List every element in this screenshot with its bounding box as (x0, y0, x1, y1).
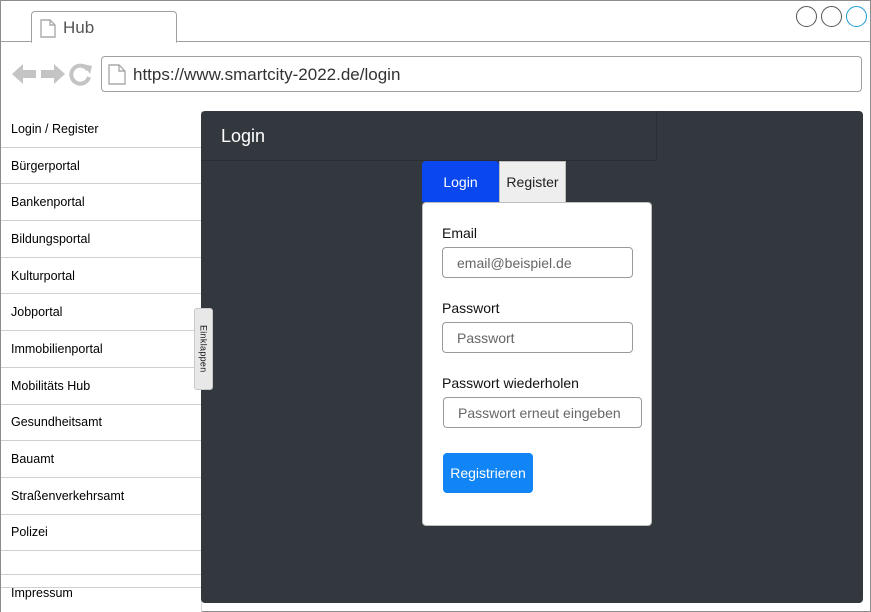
sidebar-item-mobilitaets-hub[interactable]: Mobilitäts Hub (1, 368, 201, 405)
collapse-sidebar-button[interactable]: Einklappen (194, 308, 213, 390)
tab-register[interactable]: Register (499, 161, 566, 202)
sidebar-item-polizei[interactable]: Polizei (1, 515, 201, 552)
sidebar-item-kulturportal[interactable]: Kulturportal (1, 258, 201, 295)
sidebar-item-jobportal[interactable]: Jobportal (1, 294, 201, 332)
browser-window: Hub https://www.smartcity-2022.de/login (0, 0, 871, 612)
password-repeat-label: Passwort wiederholen (442, 375, 579, 391)
main-header: Login (201, 111, 657, 161)
browser-tab-title: Hub (63, 18, 95, 37)
email-label: Email (442, 225, 478, 241)
back-arrow-icon[interactable] (11, 63, 37, 90)
password-repeat-field[interactable] (443, 397, 642, 428)
sidebar-item-gesundheitsamt[interactable]: Gesundheitsamt (1, 405, 201, 442)
sidebar: Login / Register Bürgerportal Bankenport… (1, 111, 202, 612)
address-bar[interactable]: https://www.smartcity-2022.de/login (101, 56, 862, 92)
password-field[interactable] (442, 322, 633, 353)
password-label: Passwort (442, 300, 500, 316)
sidebar-item-immobilienportal[interactable]: Immobilienportal (1, 331, 201, 368)
sidebar-item-buergerportal[interactable]: Bürgerportal (1, 148, 201, 185)
browser-tabbar: Hub (1, 1, 871, 43)
window-circle-icon[interactable] (846, 6, 867, 27)
sidebar-item-strassenverkehrsamt[interactable]: Straßenverkehrsamt (1, 478, 201, 515)
email-field[interactable] (442, 247, 633, 278)
browser-navbar: https://www.smartcity-2022.de/login (1, 43, 871, 111)
window-circle-icon[interactable] (796, 6, 817, 27)
reload-icon[interactable] (69, 62, 93, 91)
sidebar-item-impressum[interactable]: Impressum (1, 574, 201, 611)
page-icon (108, 64, 126, 90)
page-title: Login (221, 126, 266, 146)
browser-tab[interactable]: Hub (31, 11, 177, 43)
window-circle-icon[interactable] (821, 6, 842, 27)
tab-login[interactable]: Login (422, 161, 499, 202)
sidebar-item-bankenportal[interactable]: Bankenportal (1, 184, 201, 222)
forward-arrow-icon[interactable] (40, 63, 66, 90)
page-icon (40, 19, 56, 43)
register-button[interactable]: Registrieren (443, 453, 533, 493)
sidebar-item-bauamt[interactable]: Bauamt (1, 441, 201, 478)
sidebar-item-bildungsportal[interactable]: Bildungsportal (1, 221, 201, 258)
url-text[interactable]: https://www.smartcity-2022.de/login (133, 65, 400, 85)
register-form-card: Email Passwort Passwort wiederholen Regi… (422, 202, 652, 526)
main-panel: Login Login Register Email Passwort Pass… (201, 111, 863, 603)
collapse-sidebar-label: Einklappen (198, 325, 209, 373)
sidebar-item-login-register[interactable]: Login / Register (1, 111, 201, 148)
